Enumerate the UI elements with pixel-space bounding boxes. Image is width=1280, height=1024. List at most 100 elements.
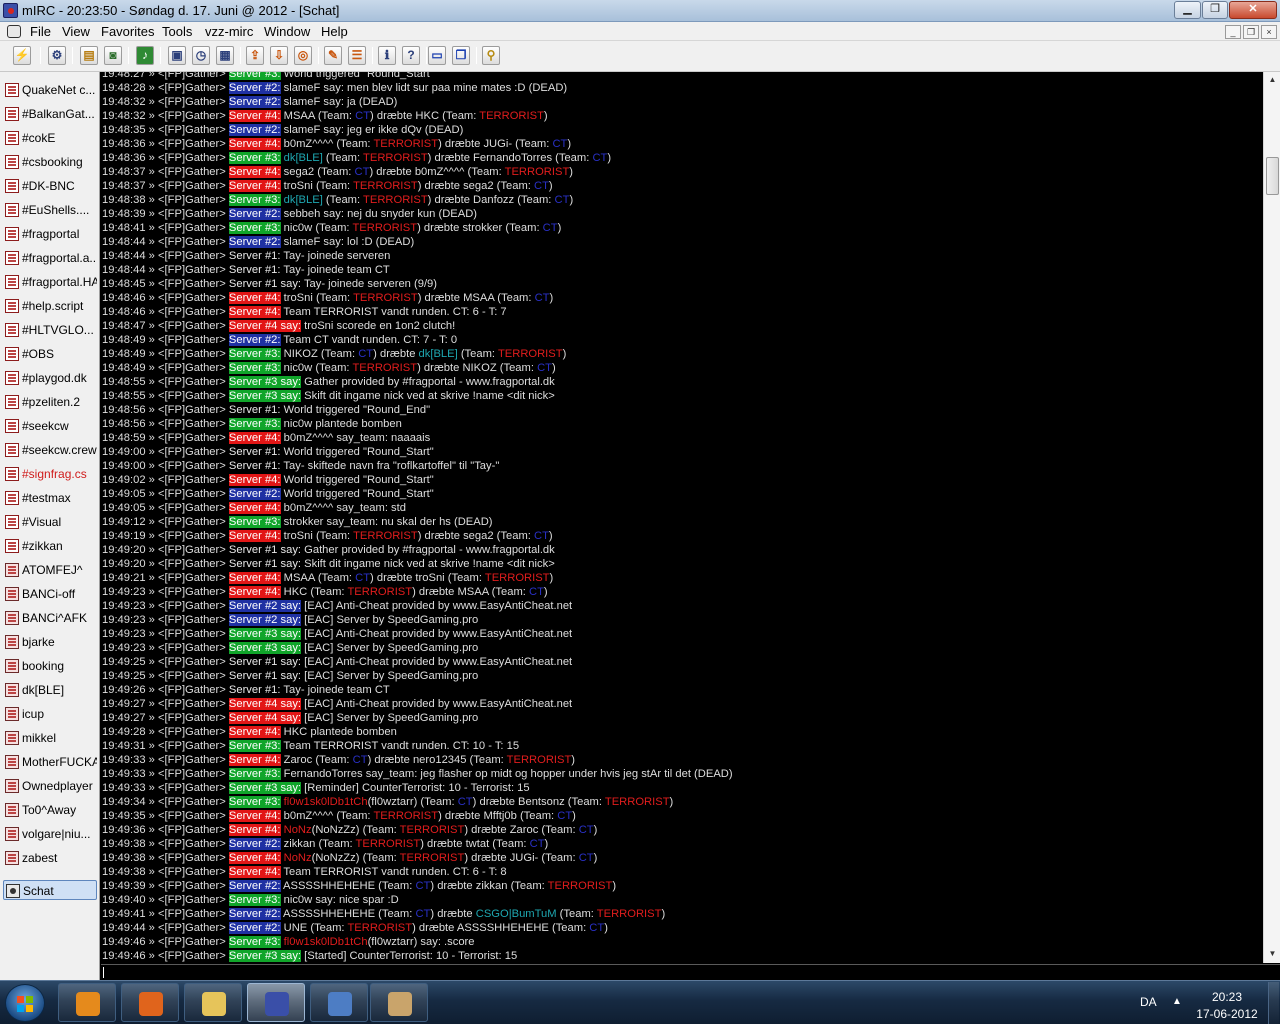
chat-text: ): [571, 754, 576, 766]
menu-help[interactable]: Help: [321, 24, 348, 39]
scroll-down-arrow-icon[interactable]: ▼: [1267, 949, 1278, 959]
switchbar-item[interactable]: booking: [3, 656, 97, 676]
options-icon[interactable]: ⚙: [48, 46, 66, 65]
scroll-thumb[interactable]: [1266, 157, 1279, 195]
chat-text: [EAC] Server by SpeedGaming.pro: [304, 712, 479, 724]
switchbar-item[interactable]: dk[BLE]: [3, 680, 97, 700]
switchbar-item[interactable]: #Visual: [3, 512, 97, 532]
switchbar-item[interactable]: To0^Away: [3, 800, 97, 820]
chat-text: ) dræbte sega2 (Team:: [417, 530, 534, 542]
arrange-icon[interactable]: ⚲: [482, 46, 500, 65]
switchbar-item[interactable]: icup: [3, 704, 97, 724]
switchbar-item[interactable]: #HLTVGLO...: [3, 320, 97, 340]
switchbar-item[interactable]: #testmax: [3, 488, 97, 508]
mdi-close-button[interactable]: ×: [1261, 25, 1277, 39]
mdi-minimize-button[interactable]: _: [1225, 25, 1241, 39]
mirc-app-icon[interactable]: [3, 3, 18, 18]
dcc-send-icon[interactable]: ⇪: [246, 46, 264, 65]
switchbar-item[interactable]: #zikkan: [3, 536, 97, 556]
menu-tools[interactable]: Tools: [162, 24, 192, 39]
taskbar-app-button[interactable]: [310, 983, 368, 1022]
switchbar-item[interactable]: bjarke: [3, 632, 97, 652]
taskbar-app-icon: [139, 992, 163, 1016]
chat-prefix: » <[FP]Gather>: [145, 684, 229, 696]
scripts-editor-icon[interactable]: ✎: [324, 46, 342, 65]
mdi-child-icon[interactable]: [7, 25, 21, 38]
switchbar-item[interactable]: #seekcw: [3, 416, 97, 436]
switchbar-item[interactable]: MotherFUCKA: [3, 752, 97, 772]
chat-window[interactable]: 19:48:27 » <[FP]Gather> Server #3: World…: [101, 72, 1263, 963]
address-book-icon[interactable]: ◙: [104, 46, 122, 65]
switchbar-item[interactable]: Ownedplayer: [3, 776, 97, 796]
scroll-up-arrow-icon[interactable]: ▲: [1267, 75, 1278, 85]
switchbar-item[interactable]: volgare|niu...: [3, 824, 97, 844]
switchbar-item[interactable]: #help.script: [3, 296, 97, 316]
taskbar-app-button[interactable]: [184, 983, 242, 1022]
remote-icon[interactable]: ☰: [348, 46, 366, 65]
show-hidden-icons-icon[interactable]: ▲: [1172, 996, 1182, 1007]
dcc-get-icon[interactable]: ⇩: [270, 46, 288, 65]
clock-time[interactable]: 20:23: [1197, 990, 1257, 1004]
switchbar-item[interactable]: #seekcw.crew: [3, 440, 97, 460]
language-indicator[interactable]: DA: [1140, 995, 1157, 1009]
dcc-chat-icon[interactable]: ▦: [216, 46, 234, 65]
maximize-button[interactable]: ❐: [1202, 1, 1228, 19]
menu-favorites[interactable]: Favorites: [101, 24, 154, 39]
switchbar-item[interactable]: mikkel: [3, 728, 97, 748]
message-input[interactable]: [101, 964, 1280, 980]
switchbar-item[interactable]: BANCi-off: [3, 584, 97, 604]
taskbar-app-button[interactable]: [58, 983, 116, 1022]
switchbar-item[interactable]: #signfrag.cs: [3, 464, 97, 484]
switchbar-item[interactable]: ATOMFEJ^: [3, 560, 97, 580]
dcc-options-icon[interactable]: ◎: [294, 46, 312, 65]
switchbar-item[interactable]: QuakeNet c...: [3, 80, 97, 100]
switchbar-item[interactable]: #fragportal.HA: [3, 272, 97, 292]
toolbar-separator: [40, 47, 41, 64]
menu-view[interactable]: View: [62, 24, 90, 39]
cascade-icon[interactable]: ❐: [452, 46, 470, 65]
chat-prefix: » <[FP]Gather>: [145, 502, 229, 514]
taskbar-app-button[interactable]: [121, 983, 179, 1022]
chat-line: 19:48:46 » <[FP]Gather> Server #4: troSn…: [101, 291, 1263, 305]
switchbar-item[interactable]: #pzeliten.2: [3, 392, 97, 412]
notify-list-icon[interactable]: ♪: [136, 46, 154, 65]
switchbar-item[interactable]: #fragportal.a...: [3, 248, 97, 268]
show-desktop-button[interactable]: [1268, 982, 1279, 1024]
switchbar-item[interactable]: BANCi^AFK: [3, 608, 97, 628]
taskbar-app-button[interactable]: [247, 983, 305, 1022]
chat-timestamp: 19:49:20: [102, 544, 146, 556]
clock-date[interactable]: 17-06-2012: [1190, 1007, 1264, 1021]
close-button[interactable]: ✕: [1229, 1, 1277, 19]
chat-timestamp: 19:49:33: [102, 768, 146, 780]
menu-window[interactable]: Window: [264, 24, 310, 39]
menu-file[interactable]: File: [30, 24, 51, 39]
about-icon[interactable]: ℹ: [378, 46, 396, 65]
chat-text: ) dræbte Bentsonz (Team:: [472, 796, 605, 808]
minimize-button[interactable]: ▁: [1174, 1, 1201, 19]
chat-text: FernandoTorres say_team: jeg flasher op …: [283, 768, 733, 780]
switchbar-item-schat[interactable]: Schat: [3, 880, 97, 900]
timer-icon[interactable]: ◷: [192, 46, 210, 65]
switchbar-item[interactable]: #BalkanGat...: [3, 104, 97, 124]
switchbar-item[interactable]: zabest: [3, 848, 97, 868]
help-contents-icon[interactable]: ?: [402, 46, 420, 65]
switchbar-item[interactable]: #csbooking: [3, 152, 97, 172]
switchbar-item[interactable]: #cokE: [3, 128, 97, 148]
query-window-icon: [5, 683, 19, 697]
switchbar-item[interactable]: #DK-BNC: [3, 176, 97, 196]
connect-icon[interactable]: ⚡: [13, 46, 31, 65]
switchbar-item[interactable]: #OBS: [3, 344, 97, 364]
tile-icon[interactable]: ▭: [428, 46, 446, 65]
channel-window-icon: [5, 347, 19, 361]
chat-text: MSAA (Team:: [283, 572, 356, 584]
switchbar-item[interactable]: #fragportal: [3, 224, 97, 244]
chat-scrollbar[interactable]: ▲ ▼: [1263, 72, 1280, 963]
switchbar-item[interactable]: #EuShells....: [3, 200, 97, 220]
menu-vzz-mirc[interactable]: vzz-mirc: [205, 24, 253, 39]
switchbar-item[interactable]: #playgod.dk: [3, 368, 97, 388]
taskbar-app-button[interactable]: [370, 983, 428, 1022]
mdi-restore-button[interactable]: ❐: [1243, 25, 1259, 39]
channel-list-icon[interactable]: ▤: [80, 46, 98, 65]
start-button[interactable]: [5, 984, 45, 1022]
channels-folder-icon[interactable]: ▣: [168, 46, 186, 65]
